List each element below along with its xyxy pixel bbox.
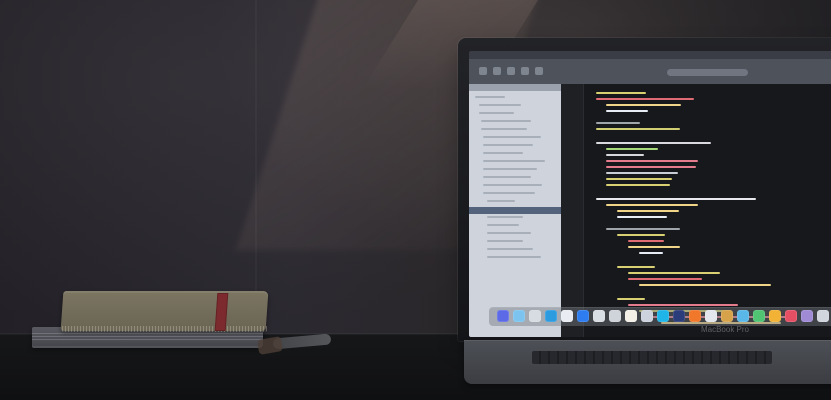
code-line (606, 204, 698, 206)
code-line (606, 154, 644, 156)
tree-row (483, 184, 542, 186)
code-line (606, 184, 670, 186)
dock-app-icon (641, 310, 653, 322)
cable-connector (256, 336, 284, 355)
dock-app-icon (513, 310, 525, 322)
tree-row (487, 200, 515, 202)
tree-row (483, 144, 533, 146)
dock-app-icon (721, 310, 733, 322)
tree-row (487, 216, 523, 218)
wall-fold-line (255, 0, 257, 335)
dock-app-icon (785, 310, 797, 322)
tree-row (483, 152, 523, 154)
code-line (596, 128, 680, 130)
code-line (617, 210, 679, 212)
dock-app-icon (545, 310, 557, 322)
dock-app-icon (689, 310, 701, 322)
code-line (628, 304, 738, 306)
code-editor-pane (561, 84, 831, 337)
tree-row (487, 224, 519, 226)
dock-app-icon (673, 310, 685, 322)
app-dock (489, 307, 831, 326)
code-line (606, 110, 648, 112)
dock-app-icon (625, 310, 637, 322)
code-line (596, 122, 640, 124)
tree-row (481, 120, 531, 122)
top-book-pages (62, 326, 267, 332)
toolbar-icon (535, 67, 543, 75)
toolbar-icon (479, 67, 487, 75)
code-line (617, 266, 655, 268)
dock-app-icon (577, 310, 589, 322)
code-line (606, 160, 698, 162)
code-line (639, 252, 663, 254)
toolbar-icon (521, 67, 529, 75)
code-line (606, 178, 672, 180)
tree-row (475, 96, 505, 98)
dock-app-icon (497, 310, 509, 322)
code-line (606, 172, 678, 174)
tree-row (483, 136, 541, 138)
dock-app-icon (753, 310, 765, 322)
dock-app-icon (769, 310, 781, 322)
code-line (628, 278, 702, 280)
tree-row (481, 128, 527, 130)
top-book (60, 291, 269, 331)
code-line (606, 148, 658, 150)
laptop-brand-label: MacBook Pro (700, 325, 750, 334)
book-stack (26, 289, 276, 361)
code-line (606, 104, 681, 106)
tree-row (487, 232, 531, 234)
toolbar-icon (507, 67, 515, 75)
code-line (596, 198, 756, 200)
line-number-gutter (561, 84, 584, 337)
laptop-lid: MacBook Pro (458, 38, 831, 341)
code-line (596, 98, 694, 100)
project-tree-pane (469, 84, 561, 337)
dock-app-icon (657, 310, 669, 322)
dock-app-icon (529, 310, 541, 322)
code-line (596, 142, 711, 144)
code-line (628, 246, 680, 248)
laptop: MacBook Pro (458, 38, 831, 388)
dock-app-icon (561, 310, 573, 322)
selected-tree-row (469, 207, 561, 214)
code-line (606, 166, 696, 168)
tree-row (487, 256, 541, 258)
tree-row (483, 192, 535, 194)
editor-toolbar (469, 59, 831, 84)
code-line (628, 240, 664, 242)
code-line (617, 216, 667, 218)
code-line (639, 284, 771, 286)
tree-row (483, 176, 531, 178)
code-line (617, 234, 665, 236)
menu-bar (469, 51, 831, 59)
tree-row (483, 160, 545, 162)
dock-app-icon (737, 310, 749, 322)
usb-cable (256, 333, 336, 357)
code-line (606, 228, 680, 230)
dock-app-icon (593, 310, 605, 322)
laptop-screen (469, 51, 831, 337)
tree-row (483, 168, 537, 170)
dock-app-icon (801, 310, 813, 322)
photo-scene: MacBook Pro (0, 0, 831, 400)
dock-app-icon (609, 310, 621, 322)
tree-row (487, 240, 523, 242)
tree-row (479, 104, 521, 106)
tree-row (479, 112, 514, 114)
tree-row (487, 248, 533, 250)
toolbar-icon (493, 67, 501, 75)
project-pane-header (469, 84, 561, 91)
code-line (628, 272, 720, 274)
laptop-keyboard (532, 351, 772, 364)
search-field (667, 69, 748, 76)
dock-app-icon (817, 310, 829, 322)
code-line (596, 92, 646, 94)
dock-app-icon (705, 310, 717, 322)
code-line (617, 298, 645, 300)
